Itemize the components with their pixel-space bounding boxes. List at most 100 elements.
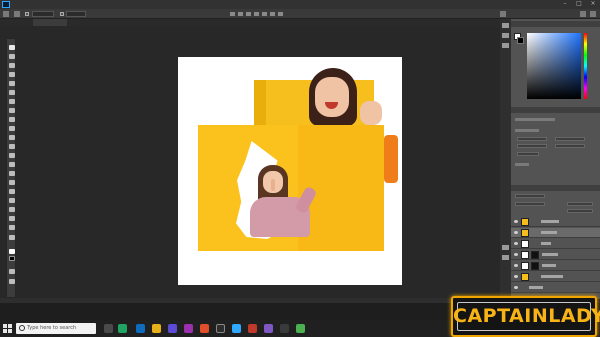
more-tools-icon[interactable] [9,235,15,240]
tab-document-2[interactable] [33,19,67,26]
layer-thumbnail [521,251,529,259]
move-tool-icon[interactable] [9,45,15,50]
app-icon[interactable] [216,324,225,333]
3d-mode-icon[interactable] [500,11,506,17]
file-explorer-icon[interactable] [152,324,161,333]
brush-panel-icon[interactable] [502,43,509,48]
crop-tool-icon[interactable] [9,81,15,86]
color-picker-field[interactable] [527,33,581,99]
auto-select-checkbox[interactable] [25,12,29,16]
taskbar-search-input[interactable]: Type here to search [16,323,96,334]
layer-mask-thumbnail[interactable] [531,251,539,259]
x-field[interactable] [517,144,547,148]
settings-icon[interactable] [280,324,289,333]
dodge-tool-icon[interactable] [9,171,15,176]
history-brush-tool-icon[interactable] [9,135,15,140]
show-transform-checkbox[interactable] [60,12,64,16]
eye-icon[interactable] [514,231,518,234]
hue-slider[interactable] [584,33,587,99]
quick-mask-icon[interactable] [9,269,15,274]
pen-tool-icon[interactable] [9,180,15,185]
layer-thumbnail [521,262,529,270]
tab-document-1[interactable] [0,19,32,26]
eye-icon[interactable] [514,275,518,278]
type-tool-icon[interactable] [9,189,15,194]
premiere-icon[interactable] [184,324,193,333]
eye-icon[interactable] [514,242,518,245]
photoshop-logo-icon [2,1,10,8]
menu-bar: – □ × [0,0,600,9]
search-panel-icon[interactable] [580,11,586,17]
blend-mode-dropdown[interactable] [515,202,545,206]
opacity-field[interactable] [567,202,593,206]
eye-icon[interactable] [514,220,518,223]
illustrator-icon[interactable] [200,324,209,333]
brush-tool-icon[interactable] [9,117,15,122]
height-field[interactable] [555,137,585,141]
screen-mode-icon[interactable] [9,279,15,284]
path-selection-tool-icon[interactable] [9,198,15,203]
eraser-tool-icon[interactable] [9,144,15,149]
home-icon[interactable] [3,11,9,17]
eye-icon[interactable] [514,286,518,289]
document-canvas[interactable] [178,57,402,285]
layer-row-selected[interactable] [511,228,600,238]
paragraph-panel-icon[interactable] [502,245,509,250]
chrome-icon[interactable] [118,324,127,333]
layer-filter-dropdown[interactable] [515,194,545,198]
gradient-tool-icon[interactable] [9,153,15,158]
windows-start-icon[interactable] [3,324,12,333]
teams-icon[interactable] [168,324,177,333]
quick-select-tool-icon[interactable] [9,72,15,77]
background-swatch[interactable] [517,37,524,44]
layer-row[interactable] [511,272,600,282]
right-panel-dock [511,19,600,299]
layer-thumbnail [521,218,529,226]
frame-tool-icon[interactable] [9,90,15,95]
task-view-icon[interactable] [104,324,113,333]
rectangle-tool-icon[interactable] [9,207,15,212]
align-buttons[interactable] [230,12,283,16]
blur-tool-icon[interactable] [9,162,15,167]
healing-brush-tool-icon[interactable] [9,108,15,113]
eye-icon[interactable] [514,264,518,267]
zoom-tool-icon[interactable] [9,225,15,230]
minimize-icon[interactable]: – [562,1,568,7]
eyedropper-tool-icon[interactable] [9,99,15,104]
share-icon[interactable] [590,11,596,17]
background-color-swatch[interactable] [9,256,15,261]
layer-row[interactable] [511,217,600,227]
angle-field[interactable] [517,152,539,156]
marquee-tool-icon[interactable] [9,54,15,59]
auto-select-dropdown[interactable] [32,11,54,17]
photoshop-icon[interactable] [232,324,241,333]
close-icon[interactable]: × [590,1,596,7]
y-field[interactable] [555,144,585,148]
layer-mask-thumbnail[interactable] [531,262,539,270]
window-controls: – □ × [562,1,596,7]
media-icon[interactable] [296,324,305,333]
history-panel-icon[interactable] [502,23,509,28]
foreground-color-swatch[interactable] [9,249,15,254]
transform-controls-field[interactable] [66,11,86,17]
layer-thumbnail [521,240,529,248]
actions-panel-icon[interactable] [502,33,509,38]
after-effects-icon[interactable] [264,324,273,333]
layer-row[interactable] [511,283,600,293]
lasso-tool-icon[interactable] [9,63,15,68]
move-tool-icon[interactable] [14,11,20,17]
layer-row[interactable] [511,239,600,249]
acrobat-icon[interactable] [248,324,257,333]
options-bar [0,9,600,19]
edge-icon[interactable] [136,324,145,333]
width-field[interactable] [517,137,547,141]
hand-tool-icon[interactable] [9,216,15,221]
maximize-icon[interactable]: □ [576,1,582,7]
layer-row[interactable] [511,261,600,271]
character-panel-icon[interactable] [502,255,509,260]
layer-row[interactable] [511,250,600,260]
eye-icon[interactable] [514,253,518,256]
fill-field[interactable] [567,209,593,213]
layer-name [542,253,558,256]
clone-stamp-tool-icon[interactable] [9,126,15,131]
